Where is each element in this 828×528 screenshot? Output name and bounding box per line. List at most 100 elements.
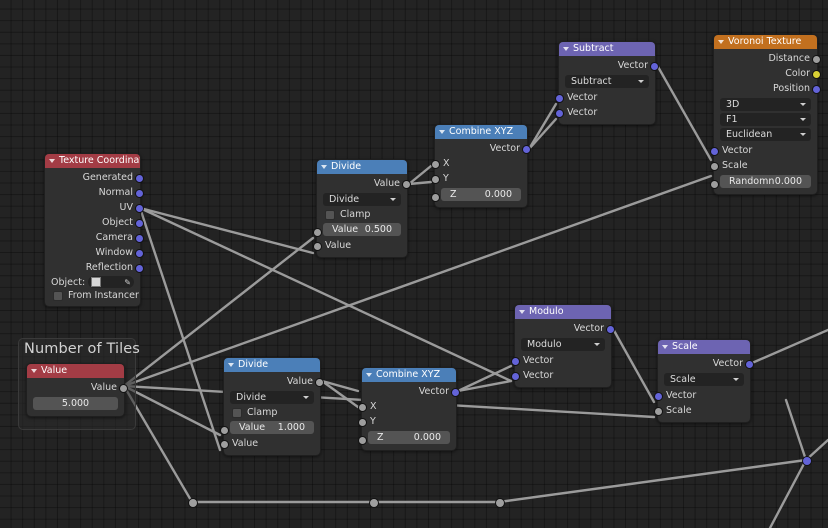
- socket-vector-out[interactable]: [522, 145, 531, 154]
- socket-object[interactable]: [135, 219, 144, 228]
- socket-vector-b[interactable]: [511, 372, 520, 381]
- socket-randomness[interactable]: [710, 180, 719, 189]
- object-picker-row[interactable]: Object: ✎: [45, 275, 140, 289]
- node-combine-xyz-bottom[interactable]: Combine XYZ Vector X Y Z 0.000: [358, 367, 460, 451]
- output-reflection[interactable]: Reflection: [45, 260, 144, 275]
- input-x[interactable]: X: [358, 399, 456, 414]
- socket-value-field[interactable]: [220, 426, 229, 435]
- socket-y[interactable]: [431, 175, 440, 184]
- socket-color[interactable]: [812, 70, 821, 79]
- socket-window[interactable]: [135, 249, 144, 258]
- output-window[interactable]: Window: [45, 245, 144, 260]
- node-header-combine-xyz-bottom[interactable]: Combine XYZ: [362, 368, 456, 382]
- socket-value-field[interactable]: [313, 228, 322, 237]
- clamp-checkbox[interactable]: [232, 407, 242, 418]
- node-header-value[interactable]: Value: [27, 364, 124, 378]
- from-instancer-checkbox[interactable]: [53, 290, 63, 301]
- collapse-triangle-icon[interactable]: [718, 40, 724, 44]
- reroute-node-mid[interactable]: [369, 498, 379, 508]
- socket-normal[interactable]: [135, 189, 144, 198]
- socket-value-in[interactable]: [313, 242, 322, 251]
- collapse-triangle-icon[interactable]: [563, 47, 569, 51]
- clamp-checkbox[interactable]: [325, 209, 335, 220]
- collapse-triangle-icon[interactable]: [228, 363, 234, 367]
- node-subtract[interactable]: Subtract Vector Subtract Vector Vector: [555, 41, 659, 125]
- input-vector-a[interactable]: Vector: [511, 353, 611, 368]
- socket-z[interactable]: [358, 436, 367, 445]
- socket-vector-out[interactable]: [606, 325, 615, 334]
- input-value[interactable]: Value: [313, 238, 407, 253]
- output-vector[interactable]: Vector: [515, 321, 615, 336]
- input-value[interactable]: Value: [220, 436, 320, 451]
- eyedropper-icon[interactable]: ✎: [124, 278, 131, 287]
- input-scale[interactable]: Scale: [654, 403, 750, 418]
- node-header-scale[interactable]: Scale: [658, 340, 750, 354]
- reroute-node-vector[interactable]: [802, 456, 812, 466]
- socket-vector-out[interactable]: [650, 62, 659, 71]
- reroute-node-right[interactable]: [495, 498, 505, 508]
- value-field[interactable]: 5.000: [33, 397, 118, 410]
- socket-camera[interactable]: [135, 234, 144, 243]
- operation-dropdown[interactable]: Subtract: [565, 75, 649, 88]
- socket-value-out[interactable]: [119, 384, 128, 393]
- output-vector[interactable]: Vector: [559, 58, 659, 73]
- socket-position[interactable]: [812, 85, 821, 94]
- input-x[interactable]: X: [431, 156, 527, 171]
- collapse-triangle-icon[interactable]: [366, 373, 372, 377]
- randomness-field[interactable]: Randomn 0.000: [720, 175, 811, 188]
- node-header-combine-xyz-top[interactable]: Combine XYZ: [435, 125, 527, 139]
- socket-z[interactable]: [431, 193, 440, 202]
- collapse-triangle-icon[interactable]: [321, 165, 327, 169]
- collapse-triangle-icon[interactable]: [439, 130, 445, 134]
- z-field[interactable]: Z 0.000: [368, 431, 450, 444]
- output-object[interactable]: Object: [45, 215, 144, 230]
- output-position[interactable]: Position: [714, 81, 821, 96]
- socket-vector-out[interactable]: [745, 360, 754, 369]
- node-header-divide-top[interactable]: Divide: [317, 160, 407, 174]
- collapse-triangle-icon[interactable]: [519, 310, 525, 314]
- socket-vector-out[interactable]: [451, 388, 460, 397]
- collapse-triangle-icon[interactable]: [31, 369, 37, 373]
- socket-scale-in[interactable]: [654, 407, 663, 416]
- node-voronoi-texture[interactable]: Voronoi Texture Distance Color Position …: [710, 34, 821, 195]
- node-divide-bottom[interactable]: Divide Value Divide Clamp Value 1.000 Va…: [220, 357, 324, 456]
- dimensions-dropdown[interactable]: 3D: [720, 98, 811, 111]
- node-scale[interactable]: Scale Vector Scale Vector Scale: [654, 339, 754, 423]
- object-field[interactable]: ✎: [88, 276, 134, 288]
- socket-x[interactable]: [358, 403, 367, 412]
- socket-value-out[interactable]: [315, 378, 324, 387]
- socket-value-in[interactable]: [220, 440, 229, 449]
- node-header-modulo[interactable]: Modulo: [515, 305, 611, 319]
- node-header-subtract[interactable]: Subtract: [559, 42, 655, 56]
- node-editor-canvas[interactable]: Number of Tiles Texture Coordinate Gener…: [0, 0, 828, 528]
- node-divide-top[interactable]: Divide Value Divide Clamp Value 0.500 Va…: [313, 159, 411, 258]
- socket-x[interactable]: [431, 160, 440, 169]
- socket-y[interactable]: [358, 418, 367, 427]
- socket-vector-in[interactable]: [654, 392, 663, 401]
- socket-reflection[interactable]: [135, 264, 144, 273]
- socket-uv[interactable]: [135, 204, 144, 213]
- operation-dropdown[interactable]: Modulo: [521, 338, 605, 351]
- operation-dropdown[interactable]: Divide: [323, 193, 401, 206]
- socket-scale-in[interactable]: [710, 162, 719, 171]
- collapse-triangle-icon[interactable]: [662, 345, 668, 349]
- socket-value-out[interactable]: [402, 180, 411, 189]
- output-vector[interactable]: Vector: [362, 384, 460, 399]
- output-value[interactable]: Value: [224, 374, 324, 389]
- input-y[interactable]: Y: [358, 414, 456, 429]
- input-vector-a[interactable]: Vector: [555, 90, 655, 105]
- output-value[interactable]: Value: [317, 176, 411, 191]
- reroute-node-left[interactable]: [188, 498, 198, 508]
- input-vector-b[interactable]: Vector: [511, 368, 611, 383]
- node-header-divide-bottom[interactable]: Divide: [224, 358, 320, 372]
- operation-dropdown[interactable]: Divide: [230, 391, 314, 404]
- socket-vector-b[interactable]: [555, 109, 564, 118]
- output-normal[interactable]: Normal: [45, 185, 144, 200]
- socket-vector-in[interactable]: [710, 147, 719, 156]
- node-header-texture-coordinate[interactable]: Texture Coordinate: [45, 154, 140, 168]
- input-scale[interactable]: Scale: [710, 158, 817, 173]
- socket-generated[interactable]: [135, 174, 144, 183]
- output-vector[interactable]: Vector: [658, 356, 754, 371]
- value-field[interactable]: Value 0.500: [323, 223, 401, 236]
- clamp-row[interactable]: Clamp: [317, 208, 407, 221]
